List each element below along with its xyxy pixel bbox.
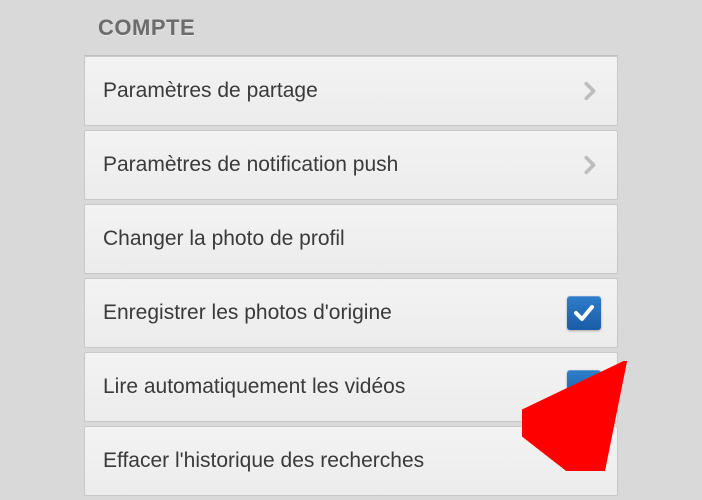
section-header-compte: COMPTE (84, 0, 618, 56)
settings-list: Paramètres de partage Paramètres de noti… (84, 56, 618, 500)
checkbox-autoplay-videos[interactable] (567, 370, 601, 404)
row-label: Lire automatiquement les vidéos (103, 375, 567, 399)
check-icon (572, 301, 596, 325)
row-label: Changer la photo de profil (103, 227, 601, 251)
row-autoplay-videos[interactable]: Lire automatiquement les vidéos (84, 352, 618, 422)
chevron-right-icon (579, 154, 601, 176)
section-title: COMPTE (98, 15, 195, 41)
row-save-original-photos[interactable]: Enregistrer les photos d'origine (84, 278, 618, 348)
row-push-notification-settings[interactable]: Paramètres de notification push (84, 130, 618, 200)
row-label: Paramètres de notification push (103, 153, 579, 177)
row-change-profile-photo[interactable]: Changer la photo de profil (84, 204, 618, 274)
settings-screen: COMPTE Paramètres de partage Paramètres … (0, 0, 702, 500)
check-icon (572, 375, 596, 399)
row-clear-search-history[interactable]: Effacer l'historique des recherches (84, 426, 618, 496)
row-share-settings[interactable]: Paramètres de partage (84, 56, 618, 126)
checkbox-save-original-photos[interactable] (567, 296, 601, 330)
row-label: Paramètres de partage (103, 79, 579, 103)
settings-panel: COMPTE Paramètres de partage Paramètres … (84, 0, 618, 500)
row-label: Effacer l'historique des recherches (103, 449, 601, 473)
row-label: Enregistrer les photos d'origine (103, 301, 567, 325)
chevron-right-icon (579, 80, 601, 102)
